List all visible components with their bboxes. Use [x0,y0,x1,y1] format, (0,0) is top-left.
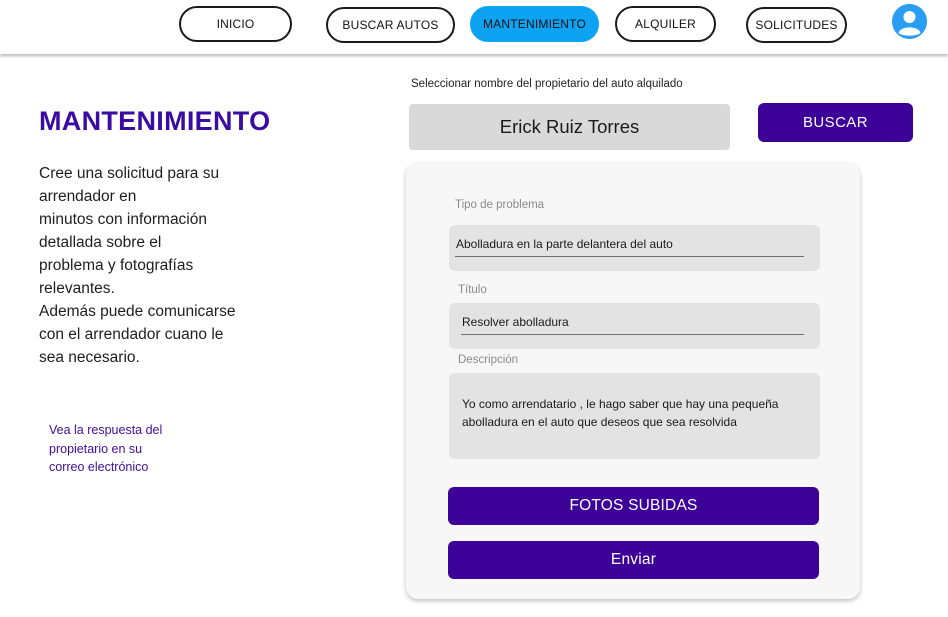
title-label: Título [458,284,487,296]
problem-type-field[interactable]: Abolladura en la parte delantera del aut… [449,225,820,271]
top-navbar: INICIO BUSCAR AUTOS MANTENIMIENTO ALQUIL… [0,0,948,54]
description-field[interactable]: Yo como arrendatario , le hago saber que… [449,373,820,459]
nav-tab-buscar-autos[interactable]: BUSCAR AUTOS [326,7,455,43]
intro-text: Cree una solicitud para su arrendador en… [39,165,236,366]
user-avatar-icon[interactable] [892,4,927,39]
field-underline [461,334,804,335]
nav-tab-alquiler[interactable]: ALQUILER [615,6,716,42]
problem-type-label: Tipo de problema [455,199,545,211]
nav-tab-solicitudes[interactable]: SOLICITUDES [746,7,847,43]
nav-tab-inicio[interactable]: INICIO [179,6,292,42]
owner-name-field[interactable]: Erick Ruiz Torres [409,104,730,150]
description-value: Yo como arrendatario , le hago saber que… [462,397,779,429]
owner-search-label: Seleccionar nombre del propietario del a… [411,78,683,90]
email-response-note: Vea la respuesta del propietario en su c… [49,423,163,474]
submit-button[interactable]: Enviar [448,541,819,579]
field-underline [455,256,804,257]
buscar-button[interactable]: BUSCAR [758,103,913,142]
nav-tab-mantenimiento[interactable]: MANTENIMIENTO [470,6,599,42]
problem-type-value: Abolladura en la parte delantera del aut… [456,237,673,251]
page-title: MANTENIMIENTO [39,106,271,136]
title-field[interactable]: Resolver abolladura [449,303,820,349]
description-label: Descripción [458,354,519,366]
photos-uploaded-button[interactable]: FOTOS SUBIDAS [448,487,819,525]
title-value: Resolver abolladura [462,315,569,329]
